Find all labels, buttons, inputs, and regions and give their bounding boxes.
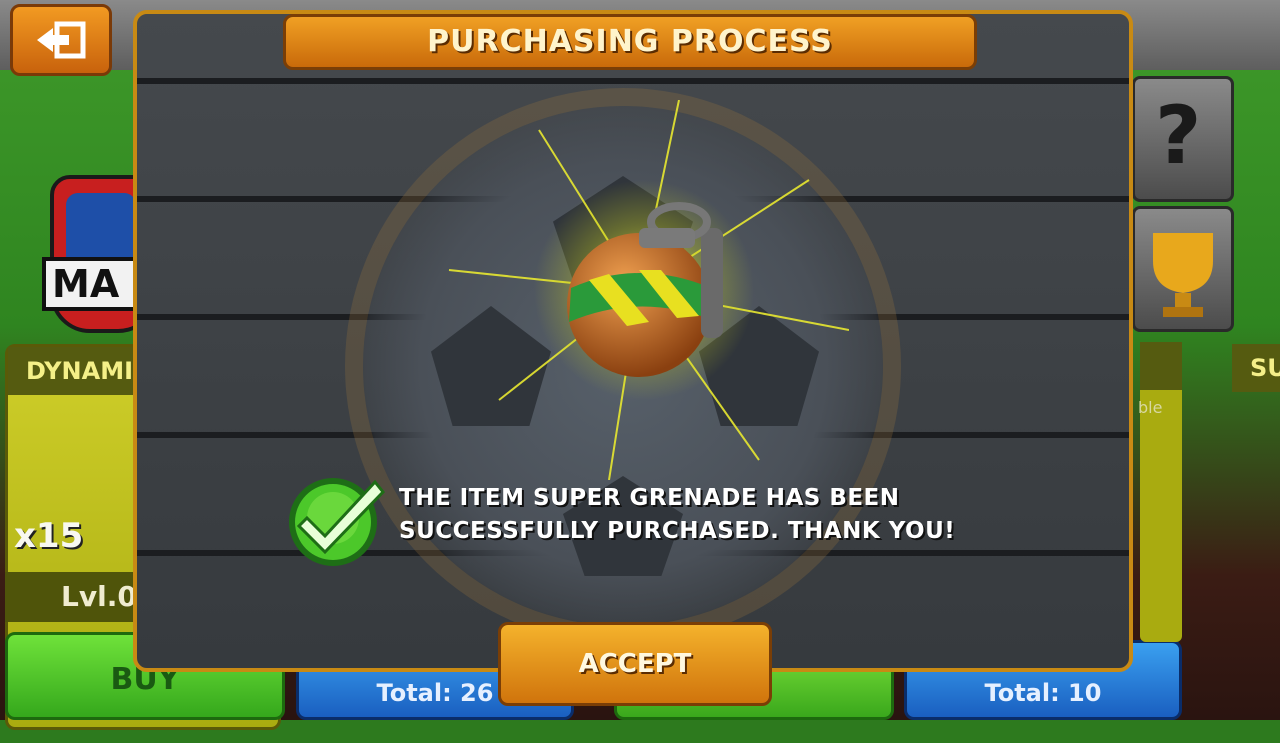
card-title-partial: SU — [1232, 344, 1280, 392]
item-count: x15 — [14, 516, 84, 556]
message-row: THE ITEM SUPER GRENADE HAS BEEN SUCCESSF… — [277, 466, 1037, 576]
shop-card-partial — [1140, 342, 1182, 642]
accept-button[interactable]: ACCEPT — [498, 622, 772, 706]
trophy-icon — [1153, 233, 1213, 317]
back-button[interactable] — [10, 4, 112, 76]
dialog-title: PURCHASING PROCESS — [427, 24, 833, 59]
exit-icon — [37, 21, 86, 59]
help-button[interactable]: ? — [1132, 76, 1234, 202]
dialog-title-bar: PURCHASING PROCESS — [283, 14, 977, 70]
purchase-message: THE ITEM SUPER GRENADE HAS BEEN SUCCESSF… — [399, 485, 956, 544]
check-icon — [289, 478, 385, 566]
purchase-dialog: PURCHASING PROCESS THE ITEM SUPER GRENAD… — [133, 10, 1133, 672]
trophy-button[interactable] — [1132, 206, 1234, 332]
question-icon: ? — [1155, 89, 1202, 182]
grenade-icon — [534, 180, 754, 400]
partial-label: ble — [1138, 398, 1163, 417]
